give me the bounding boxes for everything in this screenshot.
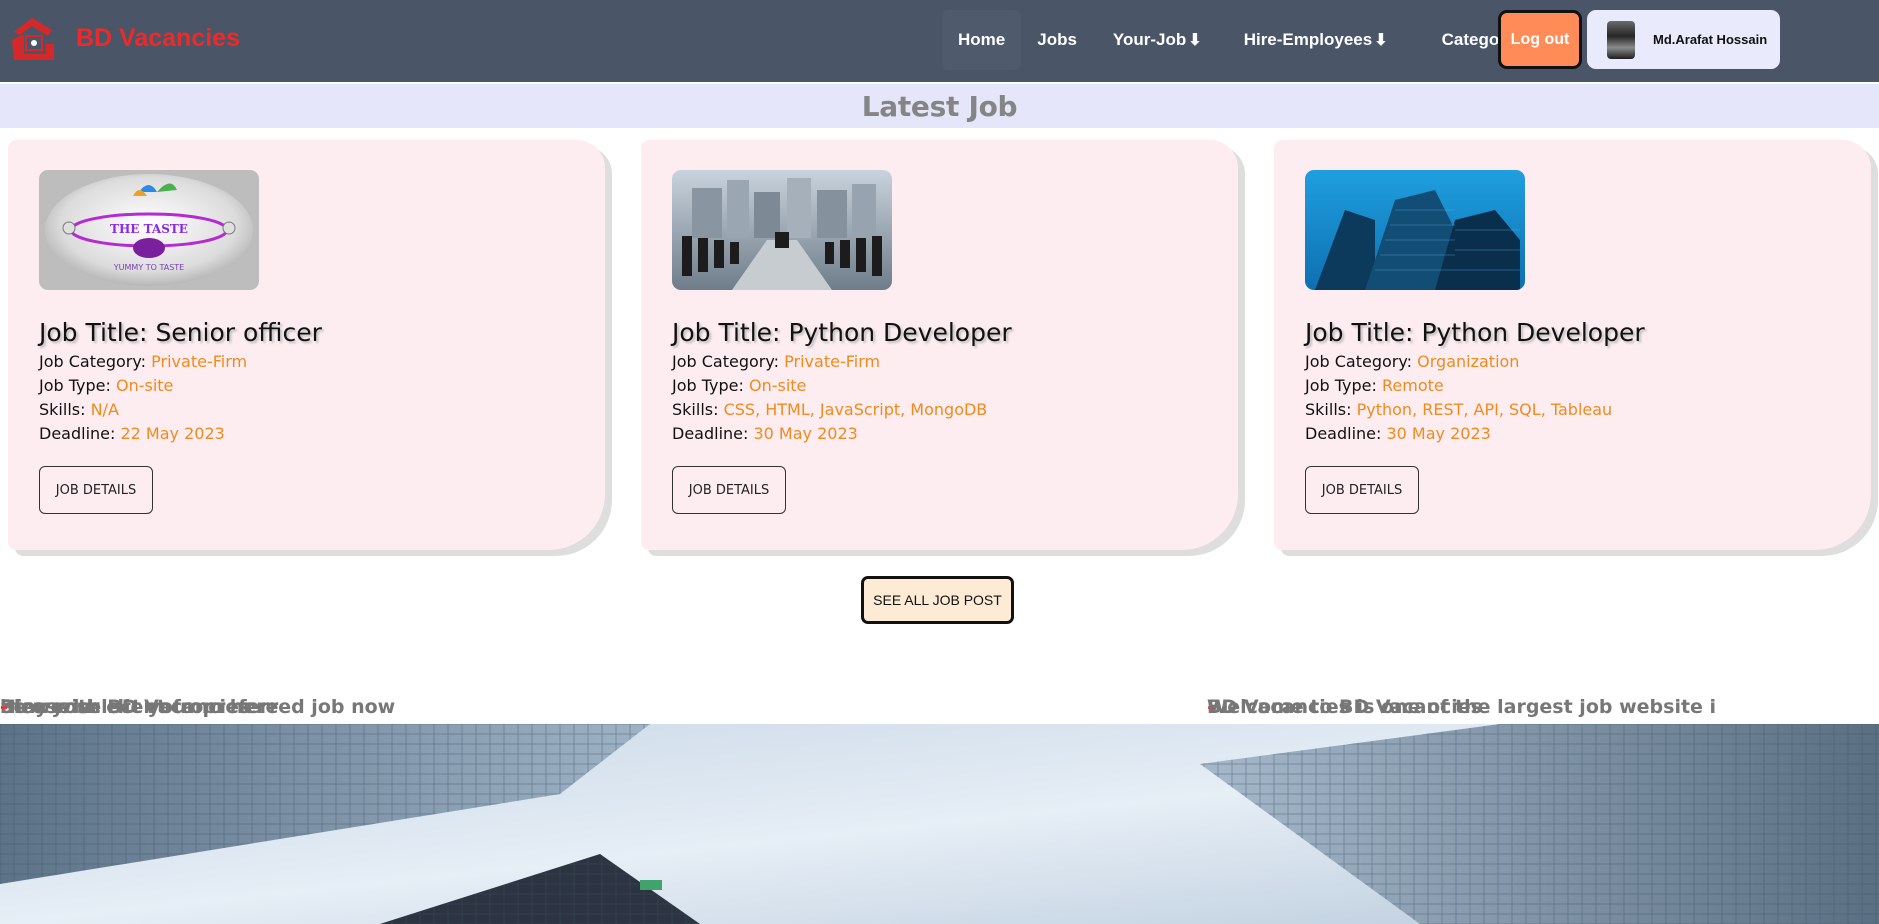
job-title-prefix: Job Title: — [672, 318, 789, 347]
job-skills-label: Skills: — [1305, 400, 1357, 419]
job-type: Job Type: On-site — [39, 376, 173, 395]
job-image-conference-room — [672, 170, 892, 290]
navbar: BD Vacancies Home Jobs Your-Job ⬇ Hire-Em… — [0, 0, 1879, 82]
marquee-item: Stay with BD Vacancies — [0, 696, 251, 718]
job-skills: Skills: N/A — [39, 400, 119, 419]
job-category: Job Category: Private-Firm — [672, 352, 880, 371]
job-deadline-value: 30 May 2023 — [753, 424, 858, 443]
nav-your-job-label: Your-Job — [1112, 30, 1187, 49]
nav-jobs[interactable]: Jobs — [1021, 10, 1093, 70]
section-title: Latest Job — [861, 89, 1018, 123]
job-image-the-taste-logo: THE TASTE YUMMY TO TASTE — [39, 170, 259, 290]
marquee-item: BD Vacancies is one of the largest job w… — [1207, 696, 1717, 718]
job-title-prefix: Job Title: — [1305, 318, 1422, 347]
job-card: Job Title: Python Developer Job Category… — [641, 140, 1238, 550]
job-image-glass-building — [1305, 170, 1525, 290]
logout-button[interactable]: Log out — [1498, 10, 1582, 69]
job-type-label: Job Type: — [39, 376, 116, 395]
job-card: Job Title: Python Developer Job Category… — [1274, 140, 1871, 550]
marquee-separator: - — [0, 696, 8, 718]
section-header: Latest Job — [0, 84, 1879, 128]
arrow-down-icon: ⬇ — [1374, 32, 1388, 49]
job-card: THE TASTE YUMMY TO TASTE Job Title: Seni… — [8, 140, 605, 550]
nav-hire-employees-label: Hire-Employees — [1243, 30, 1373, 49]
job-deadline-value: 30 May 2023 — [1386, 424, 1491, 443]
job-title-value: Python Developer — [788, 318, 1012, 347]
see-all-jobs-button[interactable]: SEE ALL JOB POST — [861, 576, 1014, 624]
job-category-value: Organization — [1417, 352, 1520, 371]
job-category-label: Job Category: — [39, 352, 152, 371]
svg-text:THE TASTE: THE TASTE — [110, 222, 188, 236]
user-name: Md.Arafat Hossain — [1653, 32, 1768, 47]
job-skills-label: Skills: — [39, 400, 91, 419]
brand-name: BD Vacancies — [76, 23, 240, 52]
brand[interactable]: BD Vacancies — [8, 14, 240, 62]
job-skills-label: Skills: — [672, 400, 724, 419]
bd-vacancies-logo-icon — [12, 18, 54, 60]
job-title-prefix: Job Title: — [39, 318, 156, 347]
user-profile-button[interactable]: Md.Arafat Hossain — [1587, 10, 1780, 69]
job-type-label: Job Type: — [672, 376, 749, 395]
job-title-value: Python Developer — [1421, 318, 1645, 347]
job-skills-value: Python, REST, API, SQL, Tableau — [1356, 400, 1613, 419]
nav-your-job-dropdown[interactable]: Your-Job ⬇ — [1097, 10, 1218, 70]
job-category: Job Category: Private-Firm — [39, 352, 247, 371]
job-skills-value: N/A — [90, 400, 119, 419]
job-type-value: Remote — [1381, 376, 1444, 395]
job-skills: Skills: CSS, HTML, JavaScript, MongoDB — [672, 400, 987, 419]
job-deadline: Deadline: 22 May 2023 — [39, 424, 225, 443]
job-category-value: Private-Firm — [151, 352, 248, 371]
job-category-label: Job Category: — [672, 352, 785, 371]
job-category-value: Private-Firm — [784, 352, 881, 371]
job-type: Job Type: Remote — [1305, 376, 1444, 395]
job-type-value: On-site — [115, 376, 174, 395]
job-title-value: Senior officer — [155, 318, 322, 347]
nav-home-label: Home — [958, 30, 1006, 49]
nav-hire-employees-dropdown[interactable]: Hire-Employees ⬇ — [1228, 10, 1404, 70]
job-type-value: On-site — [748, 376, 807, 395]
nav-home[interactable]: Home — [942, 10, 1022, 70]
job-deadline-label: Deadline: — [1305, 424, 1387, 443]
job-skills: Skills: Python, REST, API, SQL, Tableau — [1305, 400, 1612, 419]
job-deadline-label: Deadline: — [672, 424, 754, 443]
news-marquee: he world - Please select your preferred … — [0, 688, 1879, 720]
job-type-label: Job Type: — [1305, 376, 1382, 395]
job-details-button[interactable]: JOB DETAILS — [39, 466, 153, 514]
job-title: Job Title: Python Developer — [1305, 318, 1645, 347]
job-deadline-label: Deadline: — [39, 424, 121, 443]
job-deadline: Deadline: 30 May 2023 — [1305, 424, 1491, 443]
arrow-down-icon: ⬇ — [1188, 32, 1202, 49]
nav-menu: Home Jobs Your-Job ⬇ Hire-Employees ⬇ Cate… — [942, 10, 1547, 70]
job-title: Job Title: Senior officer — [39, 318, 322, 347]
job-skills-value: CSS, HTML, JavaScript, MongoDB — [723, 400, 988, 419]
hero-skyscrapers-image — [0, 724, 1879, 924]
job-details-button[interactable]: JOB DETAILS — [672, 466, 786, 514]
job-category-label: Job Category: — [1305, 352, 1418, 371]
avatar — [1607, 20, 1635, 59]
job-title: Job Title: Python Developer — [672, 318, 1012, 347]
nav-jobs-label: Jobs — [1037, 30, 1077, 49]
svg-text:YUMMY TO TASTE: YUMMY TO TASTE — [113, 263, 184, 272]
job-deadline-value: 22 May 2023 — [120, 424, 225, 443]
job-deadline: Deadline: 30 May 2023 — [672, 424, 858, 443]
job-type: Job Type: On-site — [672, 376, 806, 395]
job-details-button[interactable]: JOB DETAILS — [1305, 466, 1419, 514]
job-category: Job Category: Organization — [1305, 352, 1519, 371]
